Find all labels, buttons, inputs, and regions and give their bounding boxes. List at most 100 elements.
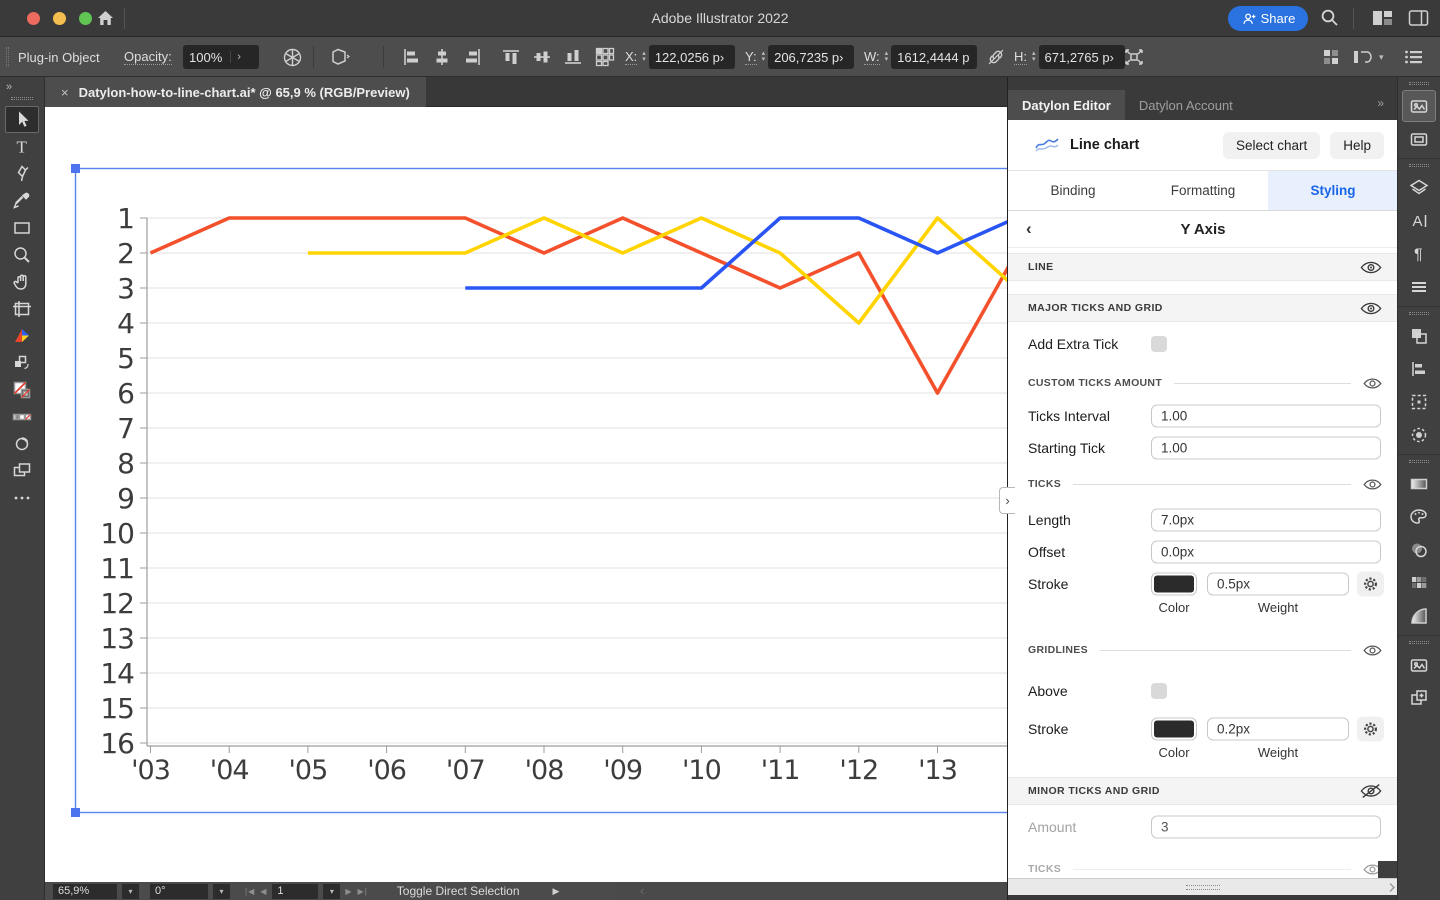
x-value[interactable]: 122,0256 p› [649, 45, 735, 69]
paragraph-styles-panel-icon[interactable] [1402, 271, 1436, 303]
swatches-panel-icon[interactable] [1402, 534, 1436, 566]
add-extra-tick-toggle[interactable] [1151, 336, 1167, 352]
align-right-icon[interactable] [464, 37, 482, 77]
y-label[interactable]: Y: [745, 49, 757, 65]
amount-input[interactable] [1151, 816, 1381, 839]
color-mode-control[interactable] [5, 403, 39, 430]
rotation-value[interactable]: 0° [150, 884, 208, 899]
panel-resize-grip[interactable] [1186, 885, 1220, 890]
document-setup-list-icon[interactable] [1404, 37, 1423, 77]
stroke-settings-button[interactable] [1357, 572, 1384, 597]
minor-ticks-section-bar[interactable]: MINOR TICKS AND GRID [1008, 777, 1398, 805]
select-chart-button[interactable]: Select chart [1223, 132, 1320, 159]
dock-grip[interactable] [1409, 164, 1429, 167]
visibility-eye-icon[interactable] [1363, 377, 1382, 390]
artboard-tool[interactable] [5, 295, 39, 322]
draw-mode-control[interactable] [5, 457, 39, 484]
align-center-horizontal-icon[interactable] [433, 37, 451, 77]
type-tool[interactable]: T [5, 133, 39, 160]
tab-binding[interactable]: Binding [1008, 171, 1138, 210]
h-stepper[interactable]: ▴▾ [1032, 51, 1036, 63]
ticks-interval-input[interactable] [1151, 405, 1381, 428]
search-icon[interactable] [1320, 8, 1339, 27]
h-label[interactable]: H: [1014, 49, 1027, 65]
length-input[interactable] [1151, 509, 1381, 532]
arrange-panel-icon[interactable]: ▾ [1352, 37, 1384, 77]
gridline-weight-input[interactable] [1207, 718, 1349, 741]
isolate-object-icon[interactable] [328, 37, 352, 77]
datylon-tool[interactable] [5, 322, 39, 349]
apps-grid-icon[interactable] [1322, 37, 1340, 77]
selection-tool[interactable] [5, 106, 39, 133]
opacity-field[interactable]: 100% › [183, 37, 259, 77]
pen-tool[interactable] [5, 160, 39, 187]
tab-styling[interactable]: Styling [1268, 171, 1398, 210]
artboards-panel-icon[interactable] [1402, 682, 1436, 714]
gridline-color-swatch[interactable] [1151, 718, 1197, 741]
dock-grip[interactable] [1409, 460, 1429, 463]
selection-handle-top-left[interactable] [71, 164, 80, 173]
tab-formatting[interactable]: Formatting [1138, 171, 1268, 210]
stroke-color-swatch[interactable] [1151, 573, 1197, 596]
first-artboard-icon[interactable]: |◀ [245, 887, 255, 896]
panel-expand-icon[interactable]: » [1377, 90, 1397, 120]
red-line[interactable] [151, 218, 1008, 393]
back-chevron-icon[interactable]: ‹ [1026, 219, 1032, 239]
recolor-artwork-icon[interactable] [282, 37, 303, 77]
color-guide-panel-icon[interactable] [1402, 567, 1436, 599]
status-play-icon[interactable]: ▶ [553, 886, 560, 897]
color-panel-icon[interactable] [1402, 501, 1436, 533]
share-button[interactable]: Share [1228, 6, 1308, 31]
collapse-status-icon[interactable]: ‹ [640, 883, 644, 898]
options-bar-grip[interactable] [6, 47, 9, 67]
zoom-tool[interactable] [5, 241, 39, 268]
align-panel-icon[interactable] [1402, 353, 1436, 385]
close-document-icon[interactable]: × [61, 85, 69, 100]
align-bottom-icon[interactable] [564, 37, 582, 77]
major-ticks-section-bar[interactable]: MAJOR TICKS AND GRID [1008, 294, 1398, 322]
x-label[interactable]: X: [625, 49, 637, 65]
dock-grip[interactable] [1409, 312, 1429, 315]
libraries-panel-icon[interactable] [1402, 90, 1436, 122]
line-section-bar[interactable]: LINE [1008, 253, 1398, 281]
expand-tools-icon[interactable]: » [0, 77, 44, 93]
y-stepper[interactable]: ▴▾ [762, 51, 766, 63]
tab-datylon-editor[interactable]: Datylon Editor [1008, 90, 1125, 120]
rotation-dropdown[interactable]: ▾ [213, 884, 230, 899]
chevron-right-icon[interactable]: › [230, 51, 241, 63]
offset-input[interactable] [1151, 541, 1381, 564]
zoom-level-value[interactable]: 65,9% [53, 884, 117, 899]
pathfinder-panel-icon[interactable] [1402, 320, 1436, 352]
layers-panel-icon[interactable] [1402, 172, 1436, 204]
h-value[interactable]: 671,2765 p› [1039, 45, 1125, 69]
swap-fill-stroke[interactable] [5, 349, 39, 376]
appearance-panel-icon[interactable] [1402, 419, 1436, 451]
x-stepper[interactable]: ▴▾ [642, 51, 646, 63]
document-tab[interactable]: × Datylon-how-to-line-chart.ai* @ 65,9 %… [45, 77, 426, 107]
next-artboard-icon[interactable]: ▶ [345, 887, 352, 896]
panel-resize-corner[interactable] [1386, 883, 1395, 892]
selection-handle-bottom-left[interactable] [71, 808, 80, 817]
w-value[interactable]: 1612,4444 p [891, 45, 977, 69]
paragraph-panel-icon[interactable]: ¶ [1402, 238, 1436, 270]
align-top-icon[interactable] [502, 37, 520, 77]
w-stepper[interactable]: ▴▾ [885, 51, 889, 63]
opacity-value[interactable]: 100% [189, 50, 222, 65]
artboard-number-value[interactable]: 1 [272, 884, 318, 899]
gradient-panel-icon[interactable] [1402, 468, 1436, 500]
constrain-proportions-icon[interactable] [986, 37, 1006, 77]
visibility-eye-off-icon[interactable] [1360, 783, 1382, 799]
workspace-switcher-icon[interactable] [1408, 9, 1429, 27]
align-left-icon[interactable] [402, 37, 420, 77]
rectangle-tool[interactable] [5, 214, 39, 241]
hand-tool[interactable] [5, 268, 39, 295]
visibility-eye-icon[interactable] [1360, 260, 1382, 275]
artboard-canvas[interactable]: 12345678910111213141516'03'04'05'06'07'0… [45, 107, 1007, 882]
shaper-tool[interactable] [5, 430, 39, 457]
zoom-level-dropdown[interactable]: ▾ [122, 884, 139, 899]
last-artboard-icon[interactable]: ▶| [358, 887, 368, 896]
starting-tick-input[interactable] [1151, 437, 1381, 460]
status-action-label[interactable]: Toggle Direct Selection [397, 884, 520, 898]
transform-panel-icon[interactable] [1402, 386, 1436, 418]
fill-stroke-control[interactable] [5, 376, 39, 403]
